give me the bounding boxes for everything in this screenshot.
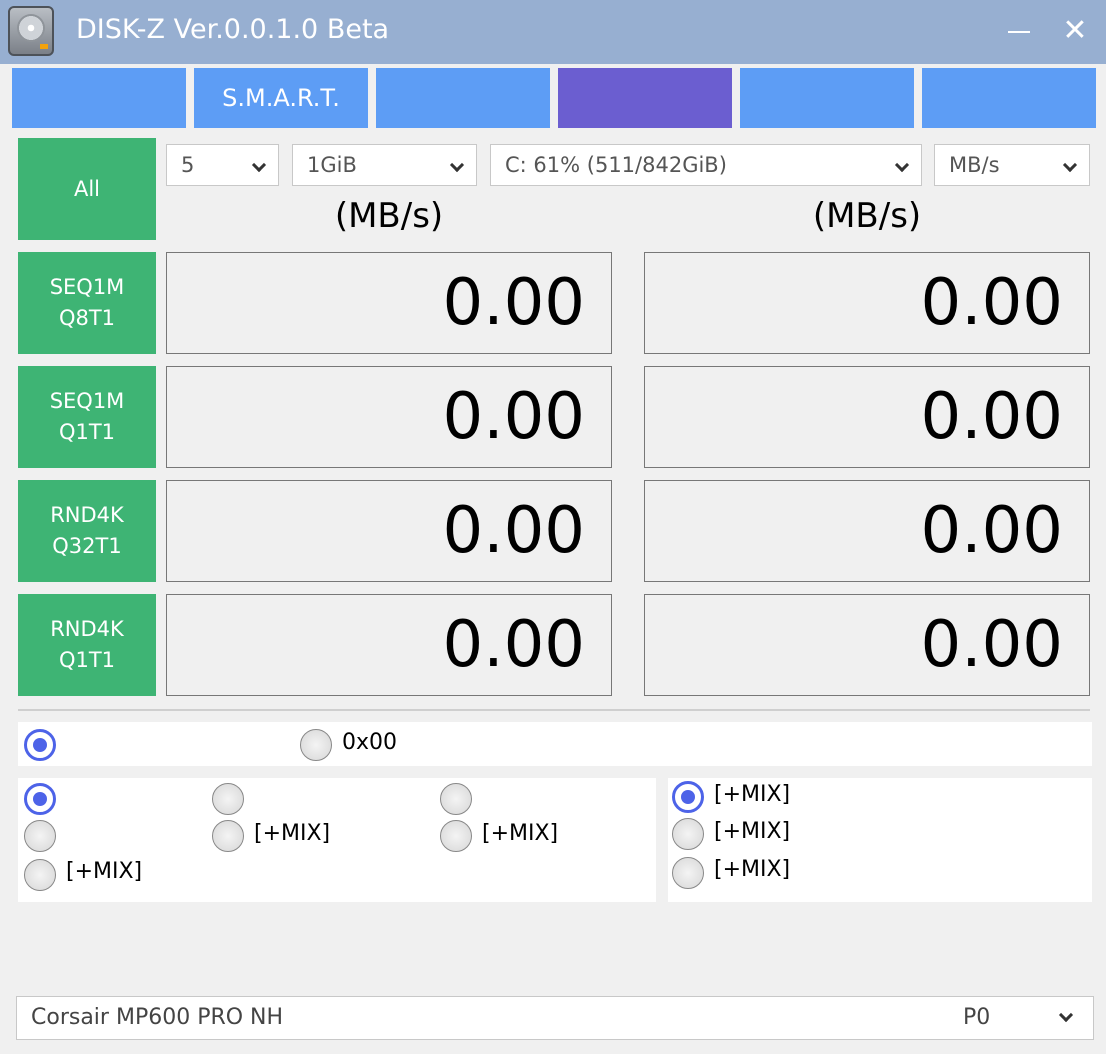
read-result-value: 0.00 xyxy=(442,266,586,340)
write-result-box: 0.00 xyxy=(644,480,1090,582)
hard-drive-icon xyxy=(8,6,54,56)
write-result-value: 0.00 xyxy=(920,380,1064,454)
run-all-label: All xyxy=(73,176,101,201)
tab-settings[interactable] xyxy=(740,68,914,128)
drive-name: Corsair MP600 PRO NH xyxy=(31,1005,284,1030)
count-select[interactable]: 5 xyxy=(166,144,279,186)
title-bar: DISK-Z Ver.0.0.1.0 Beta ✕ xyxy=(0,0,1106,64)
radio-mode-write[interactable] xyxy=(672,857,704,889)
data-zero-label: 0x00 xyxy=(342,730,398,755)
run-all-button[interactable]: All xyxy=(18,138,156,240)
drive-value: C: 61% (511/842GiB) xyxy=(505,153,727,177)
read-result-box: 0.00 xyxy=(166,594,612,696)
test-button-seq1m-q1t1[interactable]: SEQ1M Q1T1 xyxy=(18,366,156,468)
read-result-box: 0.00 xyxy=(166,252,612,354)
chevron-down-icon xyxy=(449,157,465,173)
profile-real-mix-label: [+MIX] xyxy=(66,859,143,884)
tab-program-info[interactable] xyxy=(922,68,1096,128)
tab-device-info[interactable] xyxy=(12,68,186,128)
size-select[interactable]: 1GiB xyxy=(292,144,477,186)
write-result-box: 0.00 xyxy=(644,252,1090,354)
test-name-line2: Q8T1 xyxy=(58,306,116,330)
test-name-line2: Q32T1 xyxy=(52,534,122,558)
radio-profile-peak[interactable] xyxy=(212,783,244,815)
profile-panel: [+MIX] [+MIX] [+MIX] xyxy=(18,778,656,902)
write-result-box: 0.00 xyxy=(644,366,1090,468)
test-name-line2: Q1T1 xyxy=(58,648,116,672)
separator xyxy=(18,709,1090,711)
read-result-value: 0.00 xyxy=(442,380,586,454)
write-result-value: 0.00 xyxy=(920,494,1064,568)
test-name-line1: RND4K xyxy=(50,617,124,641)
tab-smart[interactable]: S.M.A.R.T. xyxy=(194,68,368,128)
radio-profile-peak-mix[interactable] xyxy=(440,820,472,852)
chevron-down-icon xyxy=(1058,1007,1074,1023)
read-result-value: 0.00 xyxy=(442,608,586,682)
profile-default-mix-label: [+MIX] xyxy=(254,821,331,846)
mode-read-write-label: [+MIX] xyxy=(714,782,791,807)
write-result-value: 0.00 xyxy=(920,266,1064,340)
read-column-header: (MB/s) xyxy=(334,196,444,236)
radio-mode-read-write[interactable] xyxy=(672,781,704,813)
profile-indicator: P0 xyxy=(963,1005,991,1030)
test-name-line1: SEQ1M xyxy=(49,275,125,299)
minimize-button[interactable] xyxy=(1008,31,1030,33)
mode-write-label: [+MIX] xyxy=(714,857,791,882)
data-fill-panel: 0x00 xyxy=(18,722,1092,766)
mode-read-label: [+MIX] xyxy=(714,819,791,844)
radio-profile-demo[interactable] xyxy=(24,820,56,852)
profile-peak-mix-label: [+MIX] xyxy=(482,821,559,846)
test-button-rnd4k-q32t1[interactable]: RND4K Q32T1 xyxy=(18,480,156,582)
tab-benchmark[interactable] xyxy=(558,68,732,128)
test-name-line2: Q1T1 xyxy=(58,420,116,444)
mode-panel: [+MIX] [+MIX] [+MIX] xyxy=(668,778,1092,902)
close-button[interactable]: ✕ xyxy=(1058,14,1092,48)
read-result-box: 0.00 xyxy=(166,480,612,582)
write-column-header: (MB/s) xyxy=(812,196,922,236)
drive-select[interactable]: C: 61% (511/842GiB) xyxy=(490,144,922,186)
radio-data-zero[interactable] xyxy=(300,729,332,761)
window-title: DISK-Z Ver.0.0.1.0 Beta xyxy=(76,14,390,45)
test-button-rnd4k-q1t1[interactable]: RND4K Q1T1 xyxy=(18,594,156,696)
test-name-line1: RND4K xyxy=(50,503,124,527)
read-result-value: 0.00 xyxy=(442,494,586,568)
chevron-down-icon xyxy=(251,157,267,173)
chevron-down-icon xyxy=(894,157,910,173)
radio-profile-real[interactable] xyxy=(440,783,472,815)
write-result-box: 0.00 xyxy=(644,594,1090,696)
radio-profile-default[interactable] xyxy=(24,783,56,815)
chevron-down-icon xyxy=(1062,157,1078,173)
radio-mode-read[interactable] xyxy=(672,818,704,850)
radio-data-random[interactable] xyxy=(24,729,56,761)
radio-profile-real-mix[interactable] xyxy=(24,859,56,891)
count-value: 5 xyxy=(181,153,195,177)
read-result-box: 0.00 xyxy=(166,366,612,468)
size-value: 1GiB xyxy=(307,153,357,177)
unit-value: MB/s xyxy=(949,153,1000,177)
test-name-line1: SEQ1M xyxy=(49,389,125,413)
tab-partition-info[interactable] xyxy=(376,68,550,128)
radio-profile-default-mix[interactable] xyxy=(212,820,244,852)
drive-status-bar[interactable]: Corsair MP600 PRO NH P0 xyxy=(16,996,1094,1040)
test-button-seq1m-q8t1[interactable]: SEQ1M Q8T1 xyxy=(18,252,156,354)
write-result-value: 0.00 xyxy=(920,608,1064,682)
unit-select[interactable]: MB/s xyxy=(934,144,1090,186)
